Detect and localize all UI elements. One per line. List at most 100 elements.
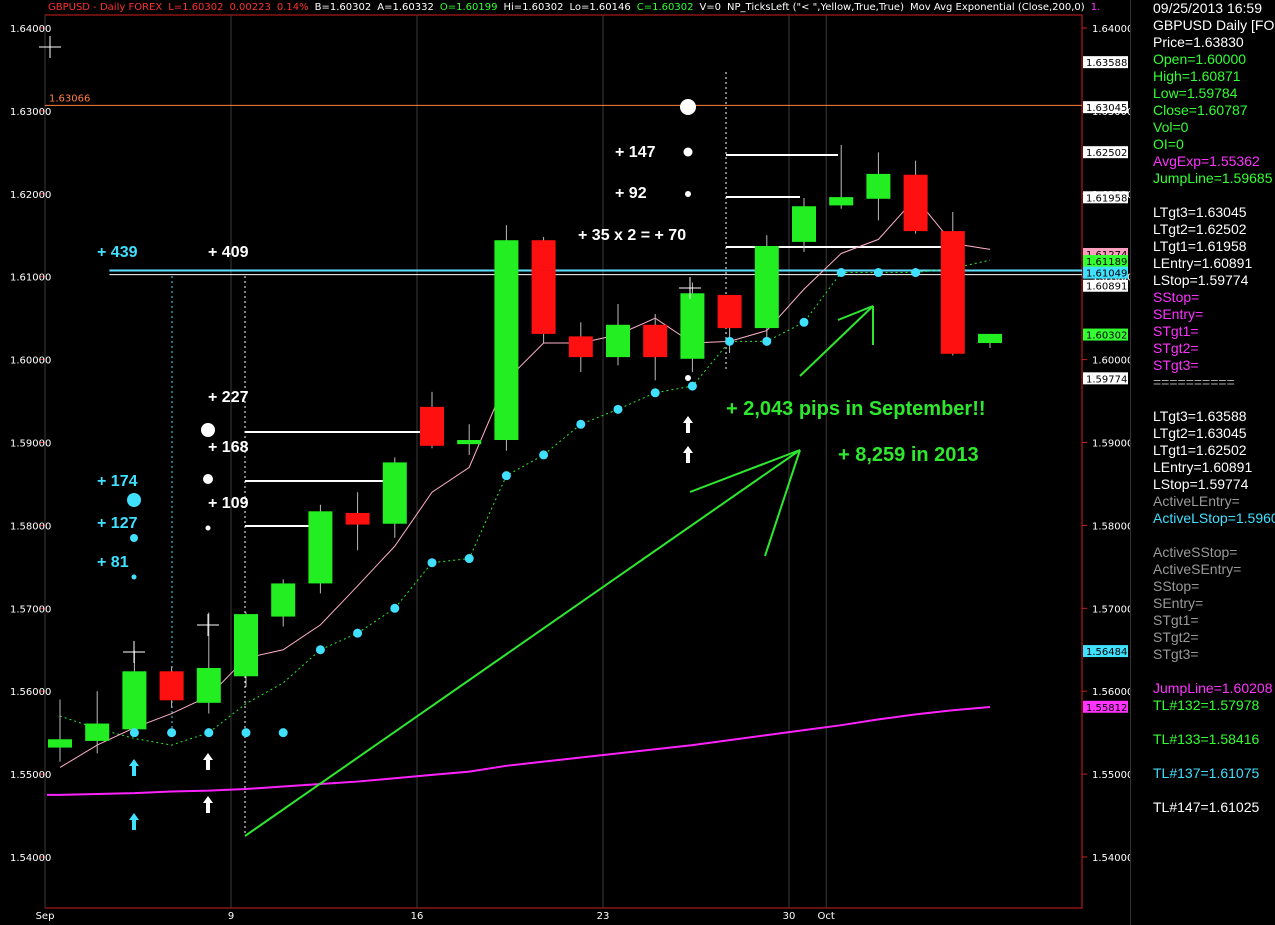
candle-body — [717, 294, 742, 329]
data-window-row: ========== — [1153, 374, 1235, 390]
data-window-row: ActiveLStop=1.5960 — [1153, 510, 1275, 526]
stop-dot — [725, 336, 735, 346]
up-arrow-icon — [129, 813, 139, 830]
header-field: B=1.60302 — [314, 2, 372, 13]
data-window-row: AvgExp=1.55362 — [1153, 153, 1260, 169]
candle-body — [159, 671, 184, 701]
data-window-row: LTgt2=1.63045 — [1153, 425, 1247, 441]
y-tick-label-right: 1.56000 — [1092, 687, 1130, 698]
price-label-text: 1.59774 — [1086, 374, 1127, 385]
stop-dot — [167, 728, 177, 738]
header-field: GBPUSD - Daily FOREX — [48, 2, 163, 13]
stop-dot — [873, 268, 883, 278]
y-tick-label-left: 1.63000 — [10, 107, 51, 118]
target-dot — [201, 423, 215, 437]
data-window-row: SEntry= — [1153, 595, 1204, 611]
data-window-row: Low=1.59784 — [1153, 85, 1238, 101]
data-window-row: LTgt3=1.63588 — [1153, 408, 1247, 424]
candle-body — [196, 667, 221, 703]
candle-body — [345, 512, 370, 525]
y-tick-label-left: 1.55000 — [10, 770, 51, 781]
trend-arrow-head — [689, 449, 801, 493]
data-window-row: LEntry=1.60891 — [1153, 459, 1253, 475]
header-field: V=0 — [699, 2, 722, 13]
y-tick-label-left: 1.61000 — [10, 273, 51, 284]
data-window-row: STgt2= — [1153, 629, 1199, 645]
y-tick-label-right: 1.57000 — [1092, 604, 1130, 615]
trend-arrow-head — [764, 449, 801, 557]
up-arrow-icon — [203, 753, 213, 770]
stop-dot — [911, 268, 921, 278]
candle-body — [680, 293, 705, 359]
trend-arrow — [799, 305, 874, 377]
pips-annotation: + 81 — [97, 554, 129, 571]
data-window-row: LTgt2=1.62502 — [1153, 221, 1247, 237]
candle-body — [85, 723, 110, 741]
x-tick-label: Sep — [36, 911, 55, 922]
stop-dot — [129, 728, 139, 738]
candle-body — [308, 511, 333, 584]
header-field: NP_TicksLeft ("< ",Yellow,True,True) — [727, 2, 904, 13]
header-field: Mov Avg Exponential (Close,200,0) — [909, 2, 1085, 13]
stop-dot — [390, 603, 400, 613]
y-tick-label-right: 1.64000 — [1092, 24, 1130, 35]
data-window-row — [1131, 663, 1275, 680]
pips-annotation: + 127 — [97, 515, 138, 532]
data-window-row — [1131, 782, 1275, 799]
target-dot — [127, 493, 141, 507]
stop-dot — [464, 554, 474, 564]
data-window-row: Open=1.60000 — [1153, 51, 1247, 67]
chart-header: GBPUSD - Daily FOREX L=1.60302 0.00223 0.14… — [48, 2, 1106, 13]
stop-dot — [650, 388, 660, 398]
y-tick-label-right: 1.58000 — [1092, 521, 1130, 532]
header-field: 1. — [1090, 2, 1101, 13]
up-arrow-icon — [203, 796, 213, 813]
data-window-row: ActiveSEntry= — [1153, 561, 1242, 577]
pips-annotation: + 174 — [97, 473, 138, 490]
data-window-row: JumpLine=1.59685 — [1153, 170, 1273, 186]
data-window-row: LTgt1=1.62502 — [1153, 442, 1247, 458]
trend-arrow-head — [837, 305, 874, 321]
x-tick-label: Oct — [818, 911, 835, 922]
stop-dot — [241, 728, 251, 738]
target-dot — [685, 375, 691, 381]
header-field: 0.00223 — [229, 2, 271, 13]
stop-dot — [315, 645, 325, 655]
stop-dot — [204, 728, 214, 738]
candle-body — [382, 462, 407, 524]
x-tick-label: 23 — [597, 911, 610, 922]
price-label-text: 1.55812 — [1086, 703, 1127, 714]
y-tick-label-right: 1.59000 — [1092, 439, 1130, 450]
candle-body — [940, 231, 965, 354]
stop-dot — [687, 381, 697, 391]
data-window-row: ActiveSStop= — [1153, 544, 1238, 560]
data-window-row: SStop= — [1153, 289, 1200, 305]
pips-annotation: + 227 — [208, 389, 249, 406]
data-window-row: LStop=1.59774 — [1153, 476, 1249, 492]
up-arrow-icon — [129, 759, 139, 776]
pips-annotation: + 109 — [208, 495, 249, 512]
y-tick-label-left: 1.64000 — [10, 24, 51, 35]
target-dot — [683, 147, 693, 157]
data-window-row: TL#147=1.61025 — [1153, 799, 1260, 815]
candle-body — [457, 440, 482, 445]
data-window-row: ActiveLEntry= — [1153, 493, 1240, 509]
candle-body — [792, 206, 816, 242]
data-window-row: STgt2= — [1153, 340, 1199, 356]
data-window-row: LTgt1=1.61958 — [1153, 238, 1247, 254]
y-tick-label-left: 1.62000 — [10, 190, 51, 201]
data-window-row: STgt1= — [1153, 323, 1199, 339]
y-tick-label-left: 1.59000 — [10, 439, 51, 450]
candle-body — [420, 406, 444, 446]
y-tick-label-left: 1.60000 — [10, 356, 51, 367]
target-dot — [203, 474, 213, 484]
data-window-row: GBPUSD Daily [FO — [1153, 17, 1275, 33]
pips-annotation: + 168 — [208, 439, 249, 456]
data-window-row: STgt3= — [1153, 646, 1199, 662]
data-window-row: Vol=0 — [1153, 119, 1189, 135]
data-window-row: 09/25/2013 16:59 — [1153, 0, 1262, 16]
data-window-row: LStop=1.59774 — [1153, 272, 1249, 288]
data-window-row — [1131, 391, 1275, 408]
data-window-row: Close=1.60787 — [1153, 102, 1248, 118]
price-label-text: 1.56484 — [1086, 647, 1127, 658]
